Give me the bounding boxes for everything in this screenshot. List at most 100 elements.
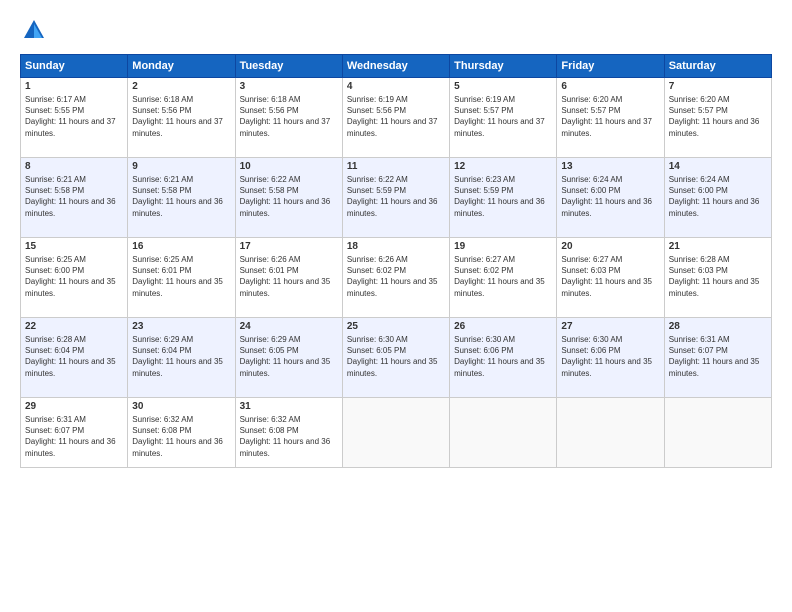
calendar-cell: 18 Sunrise: 6:26 AMSunset: 6:02 PMDaylig… — [342, 238, 449, 318]
week-row-1: 1 Sunrise: 6:17 AMSunset: 5:55 PMDayligh… — [21, 78, 772, 158]
calendar-cell: 14 Sunrise: 6:24 AMSunset: 6:00 PMDaylig… — [664, 158, 771, 238]
calendar-cell: 4 Sunrise: 6:19 AMSunset: 5:56 PMDayligh… — [342, 78, 449, 158]
day-info: Sunrise: 6:29 AMSunset: 6:04 PMDaylight:… — [132, 335, 223, 378]
calendar-cell: 9 Sunrise: 6:21 AMSunset: 5:58 PMDayligh… — [128, 158, 235, 238]
col-header-thursday: Thursday — [450, 55, 557, 78]
day-info: Sunrise: 6:22 AMSunset: 5:58 PMDaylight:… — [240, 175, 331, 218]
calendar-cell — [342, 398, 449, 468]
col-header-wednesday: Wednesday — [342, 55, 449, 78]
day-info: Sunrise: 6:17 AMSunset: 5:55 PMDaylight:… — [25, 95, 116, 138]
week-row-5: 29 Sunrise: 6:31 AMSunset: 6:07 PMDaylig… — [21, 398, 772, 468]
day-number: 26 — [454, 321, 552, 332]
calendar-cell: 3 Sunrise: 6:18 AMSunset: 5:56 PMDayligh… — [235, 78, 342, 158]
calendar-cell: 27 Sunrise: 6:30 AMSunset: 6:06 PMDaylig… — [557, 318, 664, 398]
col-header-sunday: Sunday — [21, 55, 128, 78]
calendar-cell: 17 Sunrise: 6:26 AMSunset: 6:01 PMDaylig… — [235, 238, 342, 318]
calendar-cell: 15 Sunrise: 6:25 AMSunset: 6:00 PMDaylig… — [21, 238, 128, 318]
day-info: Sunrise: 6:23 AMSunset: 5:59 PMDaylight:… — [454, 175, 545, 218]
day-info: Sunrise: 6:29 AMSunset: 6:05 PMDaylight:… — [240, 335, 331, 378]
day-number: 7 — [669, 81, 767, 92]
logo — [20, 16, 52, 44]
day-info: Sunrise: 6:24 AMSunset: 6:00 PMDaylight:… — [561, 175, 652, 218]
day-number: 29 — [25, 401, 123, 412]
day-number: 14 — [669, 161, 767, 172]
col-header-tuesday: Tuesday — [235, 55, 342, 78]
day-info: Sunrise: 6:20 AMSunset: 5:57 PMDaylight:… — [669, 95, 760, 138]
day-number: 4 — [347, 81, 445, 92]
day-info: Sunrise: 6:32 AMSunset: 6:08 PMDaylight:… — [240, 415, 331, 458]
day-info: Sunrise: 6:31 AMSunset: 6:07 PMDaylight:… — [25, 415, 116, 458]
day-info: Sunrise: 6:31 AMSunset: 6:07 PMDaylight:… — [669, 335, 760, 378]
day-number: 9 — [132, 161, 230, 172]
day-number: 30 — [132, 401, 230, 412]
day-info: Sunrise: 6:26 AMSunset: 6:01 PMDaylight:… — [240, 255, 331, 298]
calendar-cell — [557, 398, 664, 468]
day-number: 22 — [25, 321, 123, 332]
day-number: 11 — [347, 161, 445, 172]
day-info: Sunrise: 6:27 AMSunset: 6:03 PMDaylight:… — [561, 255, 652, 298]
calendar-cell: 5 Sunrise: 6:19 AMSunset: 5:57 PMDayligh… — [450, 78, 557, 158]
calendar-cell: 31 Sunrise: 6:32 AMSunset: 6:08 PMDaylig… — [235, 398, 342, 468]
calendar-cell: 24 Sunrise: 6:29 AMSunset: 6:05 PMDaylig… — [235, 318, 342, 398]
calendar-cell: 10 Sunrise: 6:22 AMSunset: 5:58 PMDaylig… — [235, 158, 342, 238]
day-number: 28 — [669, 321, 767, 332]
calendar-cell: 13 Sunrise: 6:24 AMSunset: 6:00 PMDaylig… — [557, 158, 664, 238]
day-info: Sunrise: 6:25 AMSunset: 6:01 PMDaylight:… — [132, 255, 223, 298]
day-number: 3 — [240, 81, 338, 92]
day-number: 18 — [347, 241, 445, 252]
calendar-cell: 12 Sunrise: 6:23 AMSunset: 5:59 PMDaylig… — [450, 158, 557, 238]
day-info: Sunrise: 6:20 AMSunset: 5:57 PMDaylight:… — [561, 95, 652, 138]
day-number: 6 — [561, 81, 659, 92]
calendar-cell: 19 Sunrise: 6:27 AMSunset: 6:02 PMDaylig… — [450, 238, 557, 318]
calendar: SundayMondayTuesdayWednesdayThursdayFrid… — [20, 54, 772, 468]
day-info: Sunrise: 6:27 AMSunset: 6:02 PMDaylight:… — [454, 255, 545, 298]
calendar-cell: 23 Sunrise: 6:29 AMSunset: 6:04 PMDaylig… — [128, 318, 235, 398]
day-number: 5 — [454, 81, 552, 92]
col-header-monday: Monday — [128, 55, 235, 78]
calendar-cell: 16 Sunrise: 6:25 AMSunset: 6:01 PMDaylig… — [128, 238, 235, 318]
day-number: 25 — [347, 321, 445, 332]
calendar-cell: 6 Sunrise: 6:20 AMSunset: 5:57 PMDayligh… — [557, 78, 664, 158]
day-number: 21 — [669, 241, 767, 252]
day-info: Sunrise: 6:25 AMSunset: 6:00 PMDaylight:… — [25, 255, 116, 298]
calendar-cell — [450, 398, 557, 468]
day-number: 12 — [454, 161, 552, 172]
day-info: Sunrise: 6:24 AMSunset: 6:00 PMDaylight:… — [669, 175, 760, 218]
day-number: 27 — [561, 321, 659, 332]
calendar-cell: 22 Sunrise: 6:28 AMSunset: 6:04 PMDaylig… — [21, 318, 128, 398]
col-header-saturday: Saturday — [664, 55, 771, 78]
day-info: Sunrise: 6:21 AMSunset: 5:58 PMDaylight:… — [25, 175, 116, 218]
logo-icon — [20, 16, 48, 44]
calendar-cell: 28 Sunrise: 6:31 AMSunset: 6:07 PMDaylig… — [664, 318, 771, 398]
day-number: 23 — [132, 321, 230, 332]
day-number: 19 — [454, 241, 552, 252]
day-info: Sunrise: 6:26 AMSunset: 6:02 PMDaylight:… — [347, 255, 438, 298]
day-number: 2 — [132, 81, 230, 92]
day-info: Sunrise: 6:30 AMSunset: 6:06 PMDaylight:… — [454, 335, 545, 378]
calendar-cell: 25 Sunrise: 6:30 AMSunset: 6:05 PMDaylig… — [342, 318, 449, 398]
calendar-cell: 30 Sunrise: 6:32 AMSunset: 6:08 PMDaylig… — [128, 398, 235, 468]
day-number: 13 — [561, 161, 659, 172]
day-number: 10 — [240, 161, 338, 172]
day-info: Sunrise: 6:19 AMSunset: 5:57 PMDaylight:… — [454, 95, 545, 138]
calendar-cell: 7 Sunrise: 6:20 AMSunset: 5:57 PMDayligh… — [664, 78, 771, 158]
day-info: Sunrise: 6:19 AMSunset: 5:56 PMDaylight:… — [347, 95, 438, 138]
week-row-3: 15 Sunrise: 6:25 AMSunset: 6:00 PMDaylig… — [21, 238, 772, 318]
calendar-cell: 20 Sunrise: 6:27 AMSunset: 6:03 PMDaylig… — [557, 238, 664, 318]
page: SundayMondayTuesdayWednesdayThursdayFrid… — [0, 0, 792, 612]
day-info: Sunrise: 6:18 AMSunset: 5:56 PMDaylight:… — [132, 95, 223, 138]
day-info: Sunrise: 6:28 AMSunset: 6:03 PMDaylight:… — [669, 255, 760, 298]
day-info: Sunrise: 6:30 AMSunset: 6:05 PMDaylight:… — [347, 335, 438, 378]
calendar-cell: 2 Sunrise: 6:18 AMSunset: 5:56 PMDayligh… — [128, 78, 235, 158]
week-row-2: 8 Sunrise: 6:21 AMSunset: 5:58 PMDayligh… — [21, 158, 772, 238]
header — [20, 16, 772, 44]
day-info: Sunrise: 6:30 AMSunset: 6:06 PMDaylight:… — [561, 335, 652, 378]
calendar-cell: 1 Sunrise: 6:17 AMSunset: 5:55 PMDayligh… — [21, 78, 128, 158]
col-header-friday: Friday — [557, 55, 664, 78]
calendar-cell: 21 Sunrise: 6:28 AMSunset: 6:03 PMDaylig… — [664, 238, 771, 318]
day-info: Sunrise: 6:32 AMSunset: 6:08 PMDaylight:… — [132, 415, 223, 458]
day-info: Sunrise: 6:18 AMSunset: 5:56 PMDaylight:… — [240, 95, 331, 138]
day-info: Sunrise: 6:22 AMSunset: 5:59 PMDaylight:… — [347, 175, 438, 218]
calendar-header-row: SundayMondayTuesdayWednesdayThursdayFrid… — [21, 55, 772, 78]
day-number: 1 — [25, 81, 123, 92]
